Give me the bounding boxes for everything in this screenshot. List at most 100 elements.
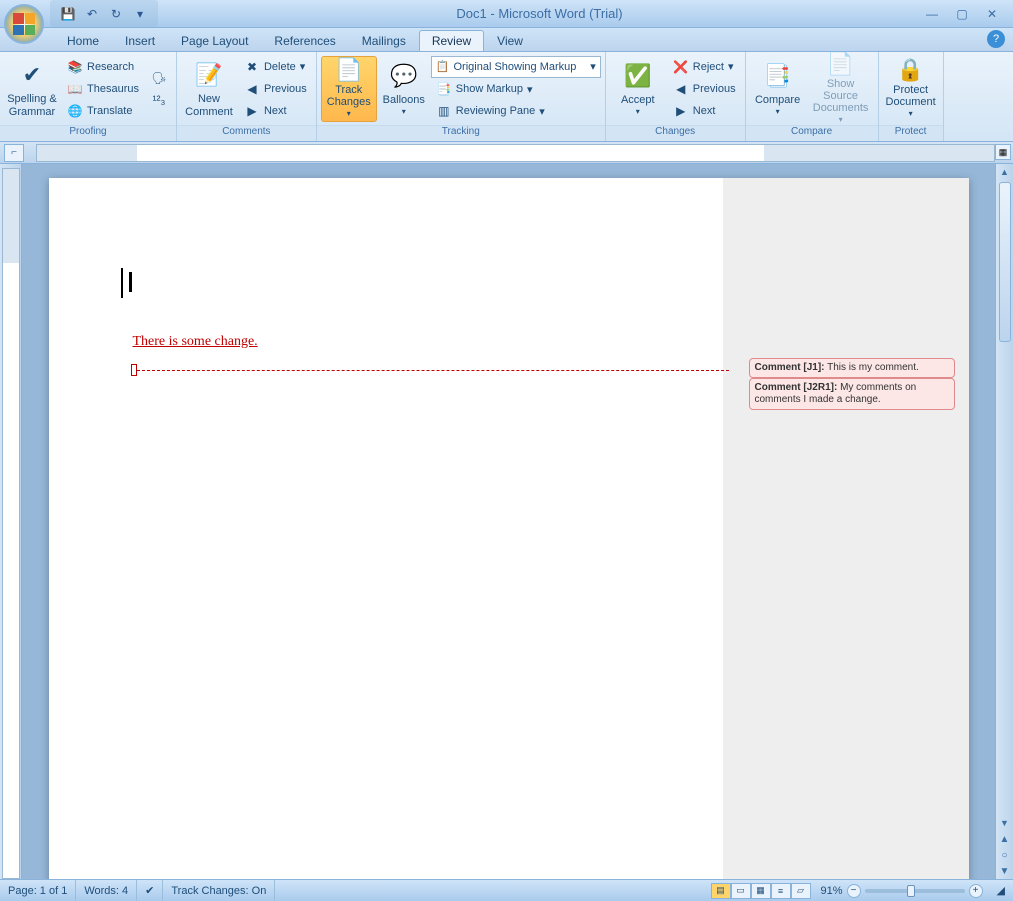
tab-view[interactable]: View bbox=[484, 30, 536, 51]
zoom-level[interactable]: 91% bbox=[821, 885, 843, 897]
show-source-documents-button[interactable]: 📄 Show Source Documents▾ bbox=[808, 56, 874, 122]
scroll-up-button[interactable]: ▲ bbox=[996, 164, 1013, 180]
outline-view-button[interactable]: ≡ bbox=[771, 883, 791, 899]
redo-button[interactable]: ↻ bbox=[106, 4, 126, 24]
source-docs-icon: 📄 bbox=[825, 52, 857, 76]
tab-references[interactable]: References bbox=[261, 30, 348, 51]
scroll-down-button[interactable]: ▼ bbox=[996, 815, 1013, 831]
document-canvas[interactable]: There is some change. Comment [J1]: This… bbox=[22, 164, 995, 879]
reject-button[interactable]: ❌Reject▾ bbox=[668, 56, 741, 77]
browse-prev-button[interactable]: ▲ bbox=[996, 831, 1013, 847]
set-language-button[interactable]: 🗣 bbox=[146, 67, 172, 88]
accept-button[interactable]: ✅ Accept▾ bbox=[610, 56, 666, 122]
scroll-thumb[interactable] bbox=[999, 182, 1011, 342]
tab-review[interactable]: Review bbox=[419, 30, 484, 51]
comment-balloon-2[interactable]: Comment [J2R1]: My comments on comments … bbox=[749, 378, 955, 410]
close-button[interactable]: ✕ bbox=[981, 6, 1003, 22]
print-layout-view-button[interactable]: ▤ bbox=[711, 883, 731, 899]
translate-icon: 🌐 bbox=[67, 103, 83, 119]
zoom-slider-knob[interactable] bbox=[907, 885, 915, 897]
reviewing-pane-button[interactable]: ▥Reviewing Pane▾ bbox=[431, 101, 601, 122]
status-track-changes[interactable]: Track Changes: On bbox=[163, 880, 275, 901]
tab-page-layout[interactable]: Page Layout bbox=[168, 30, 261, 51]
vertical-ruler-container bbox=[0, 164, 22, 879]
balloons-icon: 💬 bbox=[388, 60, 420, 92]
next-comment-button[interactable]: ▶Next bbox=[239, 100, 312, 121]
comment-text: This is my comment. bbox=[827, 362, 919, 373]
comment-label: Comment [J1]: bbox=[755, 362, 825, 373]
horizontal-ruler[interactable] bbox=[36, 144, 995, 162]
web-layout-view-button[interactable]: ▦ bbox=[751, 883, 771, 899]
compare-button[interactable]: 📑 Compare▾ bbox=[750, 56, 806, 122]
ruler-toggle[interactable]: ▦ bbox=[995, 144, 1011, 160]
qat-customize[interactable]: ▾ bbox=[130, 4, 150, 24]
page: There is some change. Comment [J1]: This… bbox=[49, 178, 969, 879]
thesaurus-button[interactable]: 📖Thesaurus bbox=[62, 78, 144, 99]
status-proofing[interactable]: ✔ bbox=[137, 880, 163, 901]
document-area: There is some change. Comment [J1]: This… bbox=[0, 164, 1013, 879]
zoom-in-button[interactable]: + bbox=[969, 884, 983, 898]
markup-icon: 📑 bbox=[436, 81, 452, 97]
spelling-grammar-button[interactable]: ✔ Spelling & Grammar bbox=[4, 56, 60, 122]
group-label-protect: Protect bbox=[879, 125, 943, 141]
comment-balloon-1[interactable]: Comment [J1]: This is my comment. bbox=[749, 358, 955, 378]
next-change-button[interactable]: ▶Next bbox=[668, 100, 741, 121]
horizontal-ruler-bar: ⌐ ▦ bbox=[0, 142, 1013, 164]
status-words[interactable]: Words: 4 bbox=[76, 880, 137, 901]
group-tracking: 📄 Track Changes▾ 💬 Balloons▾ 📋 Original … bbox=[317, 52, 606, 141]
language-icon: 🗣 bbox=[151, 70, 167, 86]
protect-icon: 🔒 bbox=[895, 58, 927, 82]
tab-selector[interactable]: ⌐ bbox=[4, 144, 24, 162]
browse-next-button[interactable]: ▼ bbox=[996, 863, 1013, 879]
vertical-ruler[interactable] bbox=[2, 168, 20, 879]
window-title: Doc1 - Microsoft Word (Trial) bbox=[158, 6, 921, 21]
group-comments: 📝 New Comment ✖Delete▾ ◀Previous ▶Next C… bbox=[177, 52, 317, 141]
office-button[interactable] bbox=[4, 4, 44, 44]
word-count-button[interactable]: ¹²₃ bbox=[146, 89, 172, 110]
new-comment-button[interactable]: 📝 New Comment bbox=[181, 56, 237, 122]
research-button[interactable]: 📚Research bbox=[62, 56, 144, 77]
next-change-icon: ▶ bbox=[673, 103, 689, 119]
pane-icon: ▥ bbox=[436, 103, 452, 119]
tab-mailings[interactable]: Mailings bbox=[349, 30, 419, 51]
zoom-slider[interactable] bbox=[865, 889, 965, 893]
research-icon: 📚 bbox=[67, 59, 83, 75]
track-changes-icon: 📄 bbox=[333, 58, 365, 82]
translate-button[interactable]: 🌐Translate bbox=[62, 100, 144, 121]
full-screen-reading-view-button[interactable]: ▭ bbox=[731, 883, 751, 899]
minimize-button[interactable]: — bbox=[921, 6, 943, 22]
status-bar: Page: 1 of 1 Words: 4 ✔ Track Changes: O… bbox=[0, 879, 1013, 901]
vertical-scrollbar[interactable]: ▲ ▼ ▲ ○ ▼ bbox=[995, 164, 1013, 879]
comment-connector-line bbox=[137, 370, 729, 371]
display-for-review-dropdown[interactable]: 📋 Original Showing Markup▾ bbox=[431, 56, 601, 78]
tracked-insertion-text[interactable]: There is some change. bbox=[133, 334, 258, 350]
protect-document-button[interactable]: 🔒 Protect Document▾ bbox=[883, 56, 939, 122]
tab-home[interactable]: Home bbox=[54, 30, 112, 51]
draft-view-button[interactable]: ▱ bbox=[791, 883, 811, 899]
previous-change-button[interactable]: ◀Previous bbox=[668, 78, 741, 99]
select-browse-object-button[interactable]: ○ bbox=[996, 847, 1013, 863]
window-controls: — ▢ ✕ bbox=[921, 6, 1013, 22]
balloons-button[interactable]: 💬 Balloons▾ bbox=[379, 56, 429, 122]
accept-icon: ✅ bbox=[622, 60, 654, 92]
title-bar: 💾 ↶ ↻ ▾ Doc1 - Microsoft Word (Trial) — … bbox=[0, 0, 1013, 28]
group-label-changes: Changes bbox=[606, 125, 745, 141]
help-button[interactable]: ? bbox=[987, 30, 1005, 48]
save-button[interactable]: 💾 bbox=[58, 4, 78, 24]
maximize-button[interactable]: ▢ bbox=[951, 6, 973, 22]
delete-comment-button[interactable]: ✖Delete▾ bbox=[239, 56, 312, 77]
previous-comment-button[interactable]: ◀Previous bbox=[239, 78, 312, 99]
margin-area bbox=[723, 178, 969, 879]
tab-insert[interactable]: Insert bbox=[112, 30, 168, 51]
ribbon: ✔ Spelling & Grammar 📚Research 📖Thesauru… bbox=[0, 52, 1013, 142]
resize-grip[interactable]: ◢ bbox=[989, 880, 1013, 901]
text-cursor bbox=[129, 272, 132, 292]
track-changes-button[interactable]: 📄 Track Changes▾ bbox=[321, 56, 377, 122]
display-icon: 📋 bbox=[436, 60, 450, 73]
zoom-out-button[interactable]: − bbox=[847, 884, 861, 898]
show-markup-button[interactable]: 📑Show Markup▾ bbox=[431, 79, 601, 100]
status-page[interactable]: Page: 1 of 1 bbox=[0, 880, 76, 901]
undo-button[interactable]: ↶ bbox=[82, 4, 102, 24]
quick-access-toolbar: 💾 ↶ ↻ ▾ bbox=[50, 0, 158, 27]
proofing-icon: ✔ bbox=[145, 884, 154, 897]
